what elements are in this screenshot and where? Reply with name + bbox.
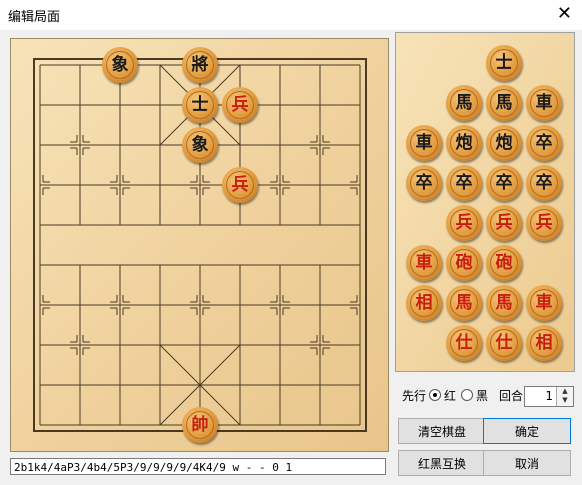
reserve-black-piece[interactable]: 車	[406, 125, 442, 161]
close-icon[interactable]: ✕	[557, 3, 572, 24]
chess-board[interactable]: 象將士兵象兵帥	[10, 38, 389, 452]
black-piece[interactable]: 士	[182, 87, 218, 123]
piece-label: 砲	[455, 253, 473, 273]
black-first-radio[interactable]	[461, 389, 473, 401]
black-piece[interactable]: 將	[182, 47, 218, 83]
clear-board-button[interactable]: 清空棋盘	[398, 418, 486, 444]
reserve-black-piece[interactable]: 馬	[446, 85, 482, 121]
piece-label: 卒	[535, 133, 553, 153]
reserve-black-piece[interactable]: 士	[486, 45, 522, 81]
piece-label: 相	[535, 333, 553, 353]
piece-label: 車	[415, 133, 433, 153]
reserve-red-piece[interactable]: 車	[406, 245, 442, 281]
red-radio-label: 红	[444, 389, 457, 403]
black-piece[interactable]: 象	[102, 47, 138, 83]
reserve-red-piece[interactable]: 兵	[526, 205, 562, 241]
reserve-red-piece[interactable]: 砲	[486, 245, 522, 281]
red-piece[interactable]: 兵	[222, 87, 258, 123]
reserve-black-piece[interactable]: 卒	[486, 165, 522, 201]
round-value: 1	[545, 389, 553, 403]
reserve-red-piece[interactable]: 馬	[446, 285, 482, 321]
round-stepper[interactable]: 1 ▲ ▼	[524, 386, 574, 407]
piece-label: 仕	[495, 333, 513, 353]
piece-label: 馬	[455, 293, 473, 313]
piece-label: 象	[191, 135, 209, 155]
reserve-black-piece[interactable]: 卒	[406, 165, 442, 201]
piece-label: 車	[535, 293, 553, 313]
reserve-red-piece[interactable]: 仕	[486, 325, 522, 361]
title-bar: 编辑局面 ✕	[0, 0, 582, 30]
red-piece[interactable]: 兵	[222, 167, 258, 203]
piece-label: 兵	[231, 175, 249, 195]
piece-label: 帥	[191, 415, 209, 435]
piece-label: 卒	[415, 173, 433, 193]
piece-label: 兵	[535, 213, 553, 233]
first-move-label: 先行	[402, 389, 427, 403]
stepper-down-icon[interactable]: ▼	[557, 396, 573, 405]
red-piece[interactable]: 帥	[182, 407, 218, 443]
piece-label: 馬	[455, 93, 473, 113]
reserve-black-piece[interactable]: 馬	[486, 85, 522, 121]
round-label: 回合	[499, 389, 524, 403]
reserve-red-piece[interactable]: 相	[526, 325, 562, 361]
fen-field[interactable]: 2b1k4/4aP3/4b4/5P3/9/9/9/9/4K4/9 w - - 0…	[10, 458, 386, 475]
ok-button[interactable]: 确定	[483, 418, 571, 444]
cancel-button[interactable]: 取消	[483, 450, 571, 476]
reserve-red-piece[interactable]: 馬	[486, 285, 522, 321]
reserve-panel: 士馬馬車車炮炮卒卒卒卒卒兵兵兵車砲砲相馬馬車仕仕相	[395, 32, 575, 372]
reserve-red-piece[interactable]: 兵	[446, 205, 482, 241]
piece-label: 卒	[495, 173, 513, 193]
piece-label: 象	[111, 55, 129, 75]
reserve-red-piece[interactable]: 兵	[486, 205, 522, 241]
reserve-red-piece[interactable]: 相	[406, 285, 442, 321]
black-radio-label: 黑	[476, 389, 489, 403]
reserve-red-piece[interactable]: 砲	[446, 245, 482, 281]
piece-label: 士	[191, 95, 209, 115]
piece-label: 兵	[455, 213, 473, 233]
reserve-red-piece[interactable]: 仕	[446, 325, 482, 361]
piece-label: 炮	[455, 133, 473, 153]
piece-label: 砲	[495, 253, 513, 273]
stepper-arrows[interactable]: ▲ ▼	[556, 387, 573, 406]
reserve-black-piece[interactable]: 炮	[486, 125, 522, 161]
reserve-black-piece[interactable]: 車	[526, 85, 562, 121]
piece-label: 馬	[495, 293, 513, 313]
reserve-red-piece[interactable]: 車	[526, 285, 562, 321]
piece-label: 兵	[231, 95, 249, 115]
piece-label: 炮	[495, 133, 513, 153]
piece-label: 相	[415, 293, 433, 313]
piece-label: 馬	[495, 93, 513, 113]
reserve-black-piece[interactable]: 炮	[446, 125, 482, 161]
reserve-black-piece[interactable]: 卒	[526, 165, 562, 201]
piece-label: 士	[495, 53, 513, 73]
piece-label: 車	[535, 93, 553, 113]
stepper-up-icon[interactable]: ▲	[557, 387, 573, 396]
piece-label: 卒	[455, 173, 473, 193]
piece-label: 仕	[455, 333, 473, 353]
red-first-radio[interactable]	[429, 389, 441, 401]
window-title: 编辑局面	[8, 10, 61, 25]
reserve-black-piece[interactable]: 卒	[526, 125, 562, 161]
piece-label: 兵	[495, 213, 513, 233]
black-piece[interactable]: 象	[182, 127, 218, 163]
piece-label: 卒	[535, 173, 553, 193]
piece-label: 將	[191, 55, 209, 75]
reserve-black-piece[interactable]: 卒	[446, 165, 482, 201]
piece-label: 車	[415, 253, 433, 273]
swap-colors-button[interactable]: 红黑互换	[398, 450, 486, 476]
